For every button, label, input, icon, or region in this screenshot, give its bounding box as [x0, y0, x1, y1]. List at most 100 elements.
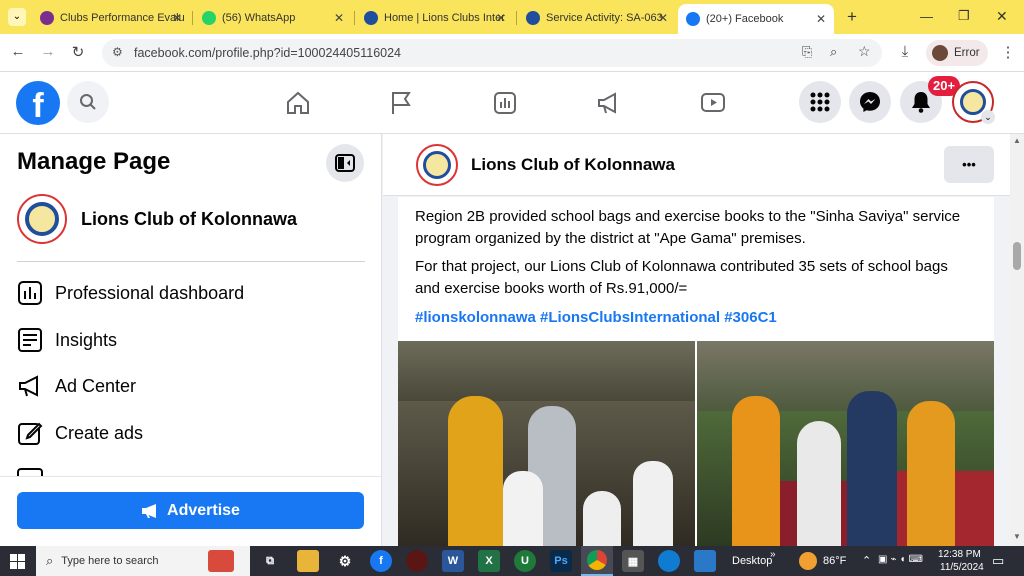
browser-tab-facebook[interactable]: (20+) Facebook ✕	[678, 4, 834, 34]
excel-icon[interactable]: X	[478, 550, 500, 572]
clock-time[interactable]: 12:38 PM	[938, 549, 981, 560]
video-icon[interactable]	[700, 90, 726, 116]
task-view-icon[interactable]: ⧉	[259, 550, 281, 572]
search-button[interactable]	[67, 81, 109, 123]
browser-tab-lions-home[interactable]: Home | Lions Clubs Inter ✕	[356, 5, 514, 31]
word-icon[interactable]: W	[442, 550, 464, 572]
sidebar-collapse-icon	[335, 154, 355, 172]
sidebar-item-create-ads[interactable]: Create ads	[17, 416, 367, 450]
facebook-top-nav: f 20+ ⌄	[0, 72, 1024, 134]
sidebar-item-label: Create ads	[55, 422, 144, 443]
page-avatar[interactable]	[416, 144, 458, 186]
post-photo-2[interactable]	[697, 341, 994, 546]
profile-error-button[interactable]: Error	[926, 40, 988, 66]
scroll-up-arrow[interactable]: ▲	[1013, 136, 1021, 145]
page-name: Lions Club of Kolonnawa	[81, 208, 297, 229]
browser-tab-clubs-performance[interactable]: Clubs Performance Evalu ✕	[32, 5, 190, 31]
chevron-right-icon[interactable]: »	[770, 549, 776, 560]
account-avatar-button[interactable]: ⌄	[952, 81, 995, 124]
file-explorer-icon[interactable]	[297, 550, 319, 572]
toggle-sidebar-button[interactable]	[326, 144, 364, 182]
post-hashtags[interactable]: #lionskolonnawa #LionsClubsInternational…	[415, 307, 975, 329]
photo-child	[583, 491, 621, 546]
settings-icon[interactable]: ⚙	[334, 550, 356, 572]
megaphone-icon	[19, 375, 38, 397]
home-icon[interactable]	[285, 90, 311, 116]
menu-grid-button[interactable]	[799, 81, 841, 123]
edge-icon[interactable]	[658, 550, 680, 572]
sidebar-item-professional-dashboard[interactable]: Professional dashboard	[17, 276, 367, 310]
clock-date[interactable]: 11/5/2024	[940, 562, 984, 573]
photos-icon[interactable]	[694, 550, 716, 572]
megaphone-icon[interactable]	[596, 90, 622, 116]
post-photo-1[interactable]	[398, 341, 695, 546]
browser-tab-whatsapp[interactable]: (56) WhatsApp ✕	[194, 5, 352, 31]
megaphone-icon	[142, 503, 157, 518]
photoshop-icon[interactable]: Ps	[550, 550, 572, 572]
download-icon[interactable]: ⤓	[895, 43, 915, 60]
messenger-button[interactable]	[849, 81, 891, 123]
notification-center-icon[interactable]: ▭	[992, 553, 1004, 569]
weather-icon[interactable]	[799, 552, 817, 570]
chrome-active-icon[interactable]	[581, 546, 613, 576]
photo-person-orange-vest	[732, 396, 780, 546]
sidebar-item-insights[interactable]: Insights	[17, 323, 367, 357]
manage-page-sidebar: Manage Page Lions Club of Kolonnawa Prof…	[0, 134, 382, 546]
weather-temp[interactable]: 86°F	[823, 555, 846, 567]
search-highlight-icon	[208, 550, 234, 572]
tray-chevron-icon[interactable]: ⌃	[862, 554, 871, 567]
bookmark-star-icon[interactable]: ☆	[858, 43, 871, 60]
forward-icon[interactable]: →	[38, 43, 58, 60]
close-icon[interactable]: ✕	[172, 11, 182, 25]
facebook-logo-icon[interactable]: f	[16, 81, 60, 125]
close-icon[interactable]: ✕	[816, 12, 826, 26]
maximize-button[interactable]: ❐	[958, 8, 970, 24]
new-tab-button[interactable]: +	[842, 7, 862, 27]
desktop-label[interactable]: Desktop	[732, 555, 772, 567]
back-icon[interactable]: ←	[8, 43, 28, 60]
avatar	[932, 45, 948, 61]
page-scrollbar[interactable]: ▲ ▼	[1010, 134, 1024, 546]
photo-person-yellow-vest	[448, 396, 503, 546]
scroll-down-arrow[interactable]: ▼	[1013, 532, 1021, 541]
page-avatar	[17, 194, 67, 244]
close-icon[interactable]: ✕	[334, 11, 344, 25]
close-icon[interactable]: ✕	[658, 11, 668, 25]
insights-chart-icon[interactable]	[492, 90, 518, 116]
tray-icons[interactable]: ▣⌁◖⌨	[878, 554, 926, 565]
pages-flag-icon[interactable]	[388, 90, 414, 116]
search-icon: ⌕	[46, 553, 54, 568]
advertise-label: Advertise	[167, 501, 240, 519]
facebook-app-icon[interactable]: f	[370, 550, 392, 572]
address-bar[interactable]: ⚙ facebook.com/profile.php?id=1000244051…	[102, 39, 882, 67]
chevron-down-icon[interactable]: ⌄	[981, 110, 995, 124]
reload-icon[interactable]: ↻	[68, 43, 88, 61]
tab-search-button[interactable]: ⌄	[8, 8, 26, 26]
scroll-thumb[interactable]	[1013, 242, 1021, 270]
browser-tab-service-activity[interactable]: Service Activity: SA-063 ✕	[518, 5, 676, 31]
sidebar-item-ad-center[interactable]: Ad Center	[17, 369, 367, 403]
sidebar-fade-divider	[0, 476, 381, 477]
kebab-menu-icon[interactable]: ⋮	[998, 43, 1018, 61]
close-window-button[interactable]: ✕	[996, 8, 1008, 25]
taskbar-search-placeholder: Type here to search	[61, 555, 159, 567]
calculator-icon[interactable]: ▦	[622, 550, 644, 572]
grid-icon	[810, 92, 830, 112]
whatsapp-icon	[202, 11, 216, 25]
site-info-icon[interactable]: ⚙	[112, 45, 123, 59]
windows-taskbar: ⌕ Type here to search ⧉ ⚙ f W X U Ps ▦ D…	[0, 546, 1024, 576]
media-app-icon[interactable]	[406, 550, 428, 572]
sidebar-item-partial[interactable]	[17, 468, 43, 476]
windows-start-icon[interactable]	[10, 554, 25, 569]
taskbar-search-box[interactable]: ⌕ Type here to search	[36, 546, 250, 576]
install-app-icon[interactable]: ⎘	[802, 44, 812, 60]
upwork-icon[interactable]: U	[514, 550, 536, 572]
advertise-button[interactable]: Advertise	[17, 492, 364, 529]
page-name[interactable]: Lions Club of Kolonnawa	[471, 155, 675, 175]
messenger-icon	[860, 92, 880, 112]
page-profile-link[interactable]: Lions Club of Kolonnawa	[17, 192, 367, 246]
close-icon[interactable]: ✕	[496, 11, 506, 25]
minimize-button[interactable]: —	[920, 9, 933, 24]
more-options-button[interactable]: •••	[944, 146, 994, 183]
zoom-icon[interactable]: ⌕	[830, 44, 837, 60]
